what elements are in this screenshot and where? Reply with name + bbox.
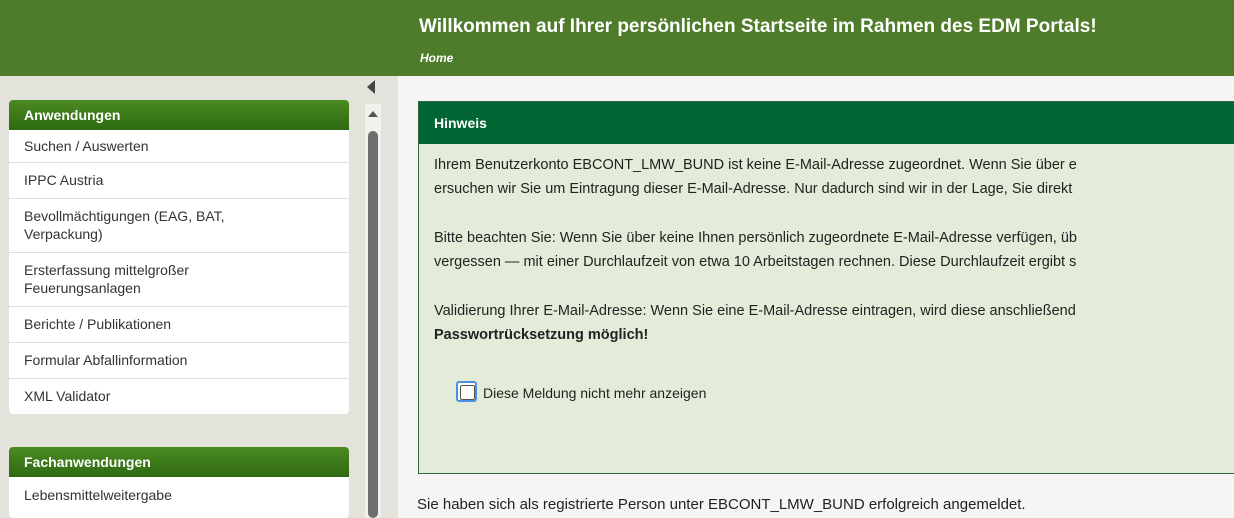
sidebar-item-berichte-publikationen[interactable]: Berichte / Publikationen	[9, 307, 349, 343]
sidebar-item-xml-validator[interactable]: XML Validator	[9, 379, 349, 414]
top-header	[0, 0, 1234, 76]
hide-notice-checkbox[interactable]	[456, 381, 477, 402]
notice-paragraph-validation: Validierung Ihrer E-Mail-Adresse: Wenn S…	[434, 299, 1234, 347]
specialist-panel: Fachanwendungen Lebensmittelweitergabe	[9, 447, 349, 518]
applications-panel: Anwendungen Suchen / Auswerten IPPC Aust…	[9, 100, 349, 414]
breadcrumb-home[interactable]: Home	[420, 51, 453, 65]
scrollbar-thumb[interactable]	[368, 131, 378, 518]
notice-text-line: ersuchen wir Sie um Eintragung dieser E-…	[434, 181, 1073, 197]
notice-text-line: vergessen — mit einer Durchlaufzeit von …	[434, 254, 1077, 270]
sidebar-item-suchen-auswerten[interactable]: Suchen / Auswerten	[9, 130, 349, 163]
login-status-message: Sie haben sich als registrierte Person u…	[417, 496, 1026, 513]
sidebar-item-ersterfassung[interactable]: Ersterfassung mittelgroßer Feuerungsanla…	[9, 253, 349, 307]
notice-text-line: Ihrem Benutzerkonto EBCONT_LMW_BUND ist …	[434, 157, 1077, 173]
sidebar-item-lebensmittelweitergabe[interactable]: Lebensmittelweitergabe	[9, 477, 349, 518]
notice-title: Hinweis	[419, 102, 1234, 144]
sidebar-item-bevollmaechtigungen[interactable]: Bevollmächtigungen (EAG, BAT, Verpackung…	[9, 199, 349, 253]
applications-panel-title: Anwendungen	[9, 100, 349, 130]
notice-bold-text: Passwortrücksetzung möglich!	[434, 327, 649, 343]
notice-paragraph-email: Ihrem Benutzerkonto EBCONT_LMW_BUND ist …	[434, 153, 1234, 201]
notice-text-line: Bitte beachten Sie: Wenn Sie über keine …	[434, 230, 1077, 246]
notice-paragraph-info: Bitte beachten Sie: Wenn Sie über keine …	[434, 226, 1234, 274]
sidebar-item-ippc-austria[interactable]: IPPC Austria	[9, 163, 349, 199]
header-logo-area	[0, 0, 398, 76]
specialist-panel-title: Fachanwendungen	[9, 447, 349, 477]
notice-text-line: Validierung Ihrer E-Mail-Adresse: Wenn S…	[434, 303, 1076, 319]
scroll-up-icon[interactable]	[368, 111, 378, 117]
collapse-sidebar-icon[interactable]	[367, 80, 375, 94]
notice-box: Hinweis Ihrem Benutzerkonto EBCONT_LMW_B…	[418, 101, 1234, 474]
hide-notice-checkbox-label[interactable]: Diese Meldung nicht mehr anzeigen	[483, 385, 706, 401]
sidebar-item-formular-abfallinformation[interactable]: Formular Abfallinformation	[9, 343, 349, 379]
page-title: Willkommen auf Ihrer persönlichen Starts…	[419, 16, 1097, 37]
